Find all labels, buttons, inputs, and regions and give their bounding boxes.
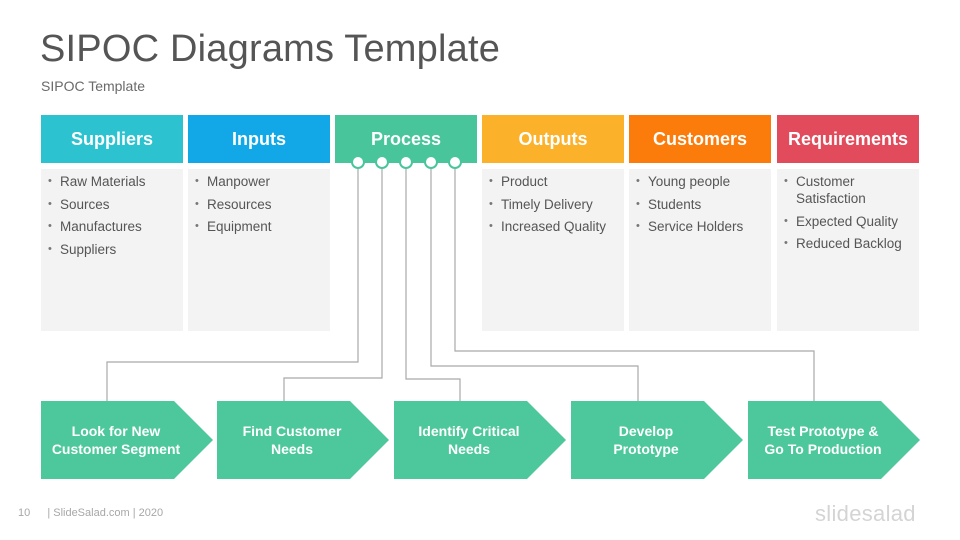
process-step-2: Find Customer Needs	[217, 401, 389, 479]
process-step-3: Identify Critical Needs	[394, 401, 566, 479]
connector-node	[399, 155, 413, 169]
connector-line	[106, 162, 359, 401]
connector-line	[430, 162, 639, 401]
connector-line	[454, 162, 815, 401]
step-label: Find Customer Needs	[242, 423, 342, 457]
step-label: Identify Critical Needs	[418, 423, 520, 457]
process-step-4: Develop Prototype	[571, 401, 743, 479]
connector-node	[448, 155, 462, 169]
process-step-1: Look for New Customer Segment	[41, 401, 213, 479]
connector-node	[424, 155, 438, 169]
brand-logo: slidesalad	[815, 501, 916, 526]
step-label: Develop Prototype	[613, 423, 679, 457]
step-label: Test Prototype & Go To Production	[764, 423, 882, 457]
connector-line	[283, 162, 383, 401]
page-number: 10	[18, 507, 31, 519]
connector-line	[405, 162, 461, 401]
connector-node	[351, 155, 365, 169]
connector-node	[375, 155, 389, 169]
step-label: Look for New Customer Segment	[51, 423, 181, 457]
footer-credit: | SlideSalad.com | 2020	[47, 507, 164, 519]
footer: 10 | SlideSalad.com | 2020	[18, 507, 163, 519]
process-step-5: Test Prototype & Go To Production	[748, 401, 920, 479]
